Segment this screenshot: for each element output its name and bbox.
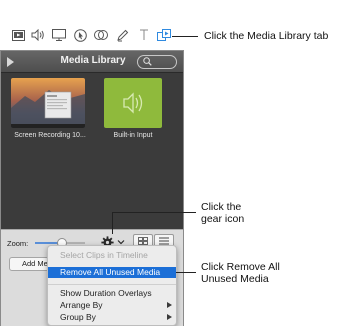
- menu-item-show-duration-overlays[interactable]: Show Duration Overlays: [48, 288, 176, 299]
- menu-item-remove-unused-media[interactable]: Remove All Unused Media: [48, 267, 176, 278]
- callout-remove-line2: Unused Media: [201, 273, 269, 285]
- submenu-arrow-icon: [167, 302, 172, 308]
- grid-view-icon: [138, 237, 148, 245]
- list-view-icon: [159, 237, 169, 245]
- menu-item-arrange-by[interactable]: Arrange By: [48, 300, 176, 311]
- callout-remove: Click Remove All Unused Media: [201, 261, 280, 285]
- callout-gear-line2: gear icon: [201, 213, 245, 225]
- toolbar: [4, 27, 182, 47]
- search-icon: [143, 57, 152, 66]
- speaker-icon: [123, 92, 143, 114]
- callout-gear: Click the gear icon: [201, 201, 244, 225]
- menu-item-select-clips: Select Clips in Timeline: [60, 250, 148, 260]
- video-thumbnail[interactable]: [11, 78, 85, 128]
- audio-icon[interactable]: [30, 27, 46, 43]
- audio-thumbnail[interactable]: [104, 78, 162, 128]
- transition-icon[interactable]: [93, 27, 109, 43]
- callout-line-gear-vertical: [112, 212, 113, 234]
- menu-item-label: Arrange By: [60, 300, 103, 310]
- callout-line-gear: [112, 212, 196, 213]
- recording-preview-image: [11, 90, 85, 128]
- callout-line-media-tab: [172, 36, 198, 37]
- menu-item-group-by[interactable]: Group By: [48, 312, 176, 323]
- menu-divider: [48, 284, 176, 285]
- submenu-arrow-icon: [167, 314, 172, 320]
- callout-remove-line1: Click Remove All: [201, 261, 280, 273]
- zoom-label: Zoom:: [7, 239, 29, 248]
- text-icon[interactable]: [136, 27, 152, 43]
- annotation-icon[interactable]: [114, 27, 130, 43]
- menu-item-label: Group By: [60, 312, 96, 322]
- media-library-tab-icon[interactable]: [156, 27, 172, 43]
- add-media-button[interactable]: Add Me: [9, 257, 49, 271]
- video-clip-icon[interactable]: [10, 27, 26, 43]
- callout-media-tab: Click the Media Library tab: [204, 30, 329, 42]
- callout-line-remove: [176, 272, 196, 273]
- cursor-icon[interactable]: [72, 27, 88, 43]
- media-item-label: Built-in Input: [113, 132, 153, 139]
- screen-icon[interactable]: [51, 27, 67, 43]
- gear-dropdown-menu: Select Clips in Timeline Remove All Unus…: [47, 245, 177, 326]
- callout-gear-line1: Click the: [201, 201, 242, 213]
- search-input[interactable]: [137, 55, 177, 69]
- panel-header: Media Library: [1, 51, 183, 73]
- media-item-label: Screen Recording 10...: [14, 132, 86, 139]
